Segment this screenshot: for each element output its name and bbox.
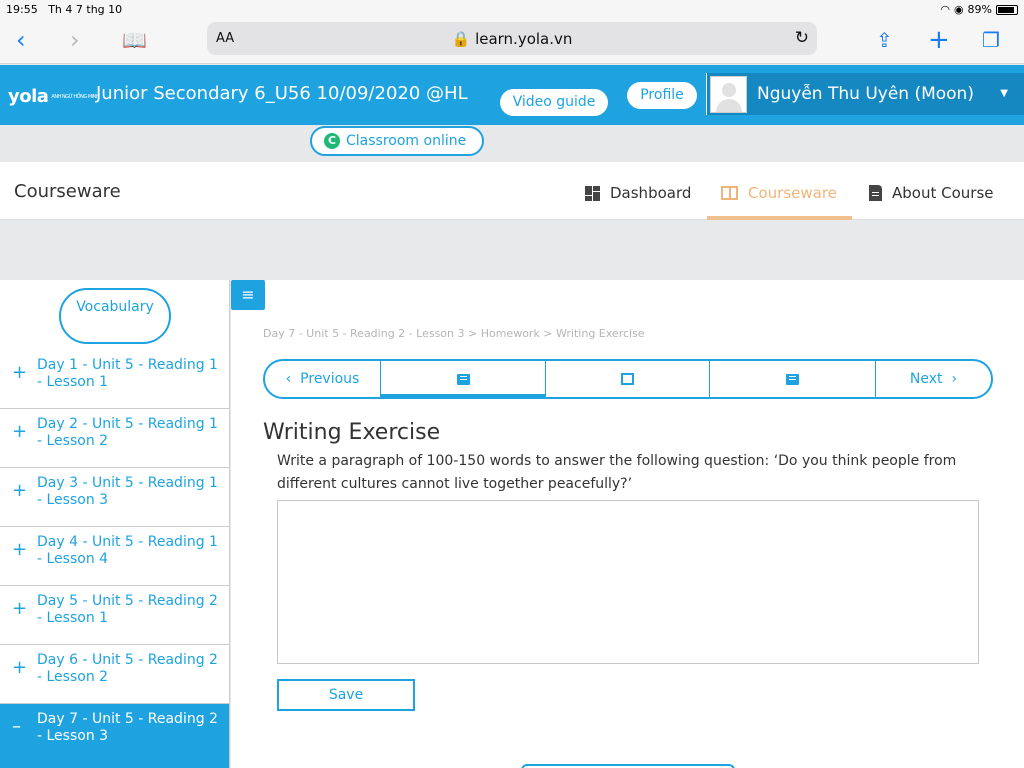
sidebar-toggle-button[interactable]: ≡	[231, 280, 265, 310]
sidebar-item-label: Day 1 - Unit 5 - Reading 1 - Lesson 1	[37, 357, 218, 390]
sidebar-item-day-4[interactable]: + Day 4 - Unit 5 - Reading 1 - Lesson 4	[0, 527, 229, 586]
chevron-right-icon: ›	[951, 371, 958, 387]
address-bar[interactable]: AA 🔒 learn.yola.vn ↻	[207, 22, 817, 55]
document-icon	[869, 185, 882, 201]
lock-icon: 🔒	[451, 30, 471, 48]
main-content: ≡ Day 7 - Unit 5 - Reading 2 - Lesson 3 …	[231, 280, 1024, 768]
sequence-unit-3[interactable]	[710, 361, 876, 397]
status-right: ◠ ◉ 89%	[940, 3, 1018, 16]
sidebar-item-day-2[interactable]: + Day 2 - Unit 5 - Reading 1 - Lesson 2	[0, 409, 229, 468]
menu-icon: ≡	[241, 285, 255, 304]
forward-icon[interactable]: ›	[70, 26, 80, 54]
expand-icon[interactable]: +	[12, 598, 27, 619]
course-title: Junior Secondary 6_U56 10/09/2020 @HL	[96, 83, 468, 104]
active-tab-indicator	[707, 216, 852, 220]
lesson-sidebar: Vocabulary + Day 1 - Unit 5 - Reading 1 …	[0, 280, 230, 768]
collapse-icon[interactable]: –	[12, 716, 21, 737]
sidebar-item-day-5[interactable]: + Day 5 - Unit 5 - Reading 2 - Lesson 1	[0, 586, 229, 645]
tab-courseware[interactable]: Courseware	[721, 184, 837, 202]
save-button[interactable]: Save	[277, 679, 415, 711]
sidebar-item-day-1[interactable]: + Day 1 - Unit 5 - Reading 1 - Lesson 1	[0, 350, 229, 409]
yola-logo[interactable]: yola ANH NGỮ HỒNG MINH	[8, 86, 100, 107]
sequence-nav: ‹ Previous Next ›	[263, 359, 993, 399]
wifi-icon: ◠	[940, 3, 950, 16]
sequence-unit-1[interactable]	[381, 361, 546, 397]
classroom-online-button[interactable]: C Classroom online	[310, 126, 484, 156]
edit-icon	[621, 373, 634, 385]
expand-icon[interactable]: +	[12, 539, 27, 560]
user-menu[interactable]: Nguyễn Thu Uyên (Moon) ▼	[706, 73, 1024, 115]
sidebar-item-label: Day 3 - Unit 5 - Reading 1 - Lesson 3	[37, 475, 218, 508]
courseware-nav: Courseware Dashboard Courseware About Co…	[0, 162, 1024, 220]
previous-button[interactable]: ‹ Previous	[265, 361, 381, 397]
gray-band	[0, 221, 1024, 280]
profile-button[interactable]: Profile	[627, 82, 697, 109]
site-header: yola ANH NGỮ HỒNG MINH Junior Secondary 6…	[0, 65, 1024, 125]
dashboard-icon	[585, 185, 600, 201]
classroom-icon: C	[324, 133, 340, 149]
sidebar-item-day-3[interactable]: + Day 3 - Unit 5 - Reading 1 - Lesson 3	[0, 468, 229, 527]
chevron-down-icon[interactable]: ▼	[1000, 88, 1008, 99]
sequence-unit-2[interactable]	[546, 361, 710, 397]
sidebar-item-label: Day 5 - Unit 5 - Reading 2 - Lesson 1	[37, 593, 218, 626]
book-icon	[721, 186, 738, 200]
courseware-title: Courseware	[14, 181, 121, 202]
user-name: Nguyễn Thu Uyên (Moon)	[757, 84, 974, 104]
new-tab-icon[interactable]: +	[928, 26, 950, 54]
header-strip	[0, 125, 1024, 162]
video-guide-button[interactable]: Video guide	[500, 89, 608, 116]
sidebar-item-label: Day 2 - Unit 5 - Reading 1 - Lesson 2	[37, 416, 218, 449]
sidebar-item-label: Day 6 - Unit 5 - Reading 2 - Lesson 2	[37, 652, 218, 685]
avatar	[710, 76, 747, 113]
breadcrumb: Day 7 - Unit 5 - Reading 2 - Lesson 3 > …	[263, 327, 645, 340]
tabs-icon[interactable]: ❐	[982, 26, 1000, 54]
answer-textarea[interactable]	[277, 500, 979, 664]
sidebar-item-label: Day 4 - Unit 5 - Reading 1 - Lesson 4	[37, 534, 218, 567]
vocabulary-button[interactable]: Vocabulary	[59, 288, 171, 344]
sidebar-item-day-7[interactable]: – Day 7 - Unit 5 - Reading 2 - Lesson 3	[0, 704, 229, 768]
sidebar-item-label: Day 7 - Unit 5 - Reading 2 - Lesson 3	[37, 711, 218, 744]
tab-about-course[interactable]: About Course	[869, 184, 993, 202]
share-icon[interactable]: ⇪	[876, 26, 893, 54]
sidebar-item-day-6[interactable]: + Day 6 - Unit 5 - Reading 2 - Lesson 2	[0, 645, 229, 704]
tab-dashboard[interactable]: Dashboard	[585, 184, 691, 202]
lock-rotation-icon: ◉	[953, 3, 964, 16]
chevron-left-icon: ‹	[285, 371, 292, 387]
book-icon	[786, 373, 799, 385]
exercise-title: Writing Exercise	[263, 420, 441, 445]
expand-icon[interactable]: +	[12, 421, 27, 442]
next-button[interactable]: Next ›	[876, 361, 991, 397]
status-bar: 19:55 Th 4 7 thg 10 ◠ ◉ 89%	[0, 0, 1024, 18]
bookmarks-icon[interactable]: 📖	[122, 26, 147, 54]
submit-button-partial[interactable]	[521, 764, 735, 768]
status-time: 19:55 Th 4 7 thg 10	[6, 3, 123, 16]
battery-icon	[996, 4, 1018, 15]
back-icon[interactable]: ‹	[16, 26, 26, 54]
expand-icon[interactable]: +	[12, 362, 27, 383]
reload-icon[interactable]: ↻	[795, 28, 809, 48]
book-icon	[456, 373, 470, 385]
expand-icon[interactable]: +	[12, 657, 27, 678]
expand-icon[interactable]: +	[12, 480, 27, 501]
url-text: 🔒 learn.yola.vn	[451, 30, 573, 48]
battery-percent: 89%	[967, 3, 992, 16]
browser-toolbar: ‹ › 📖 AA 🔒 learn.yola.vn ↻ ⇪ + ❐	[0, 18, 1024, 64]
battery-fill	[998, 6, 1014, 13]
exercise-prompt: Write a paragraph of 100-150 words to an…	[277, 453, 957, 492]
